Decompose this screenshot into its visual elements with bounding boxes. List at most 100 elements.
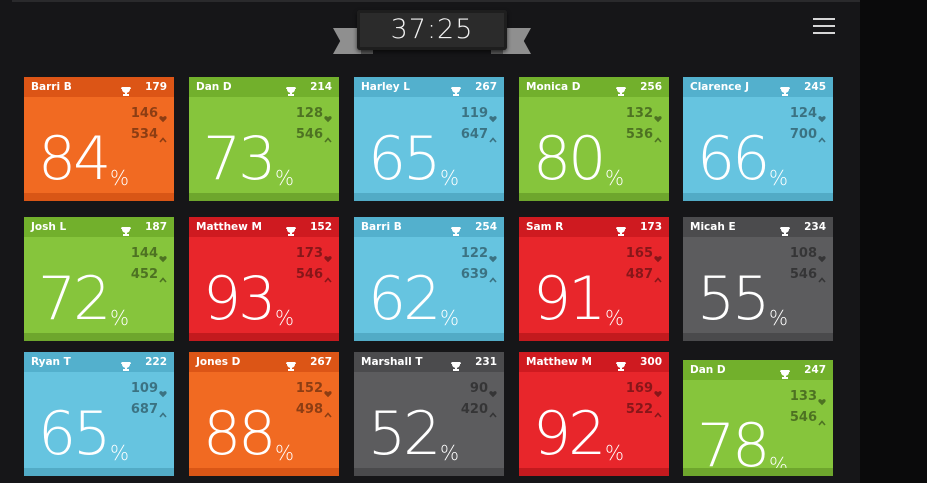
- player-card[interactable]: Barri B 254 122 639 62%: [354, 217, 504, 341]
- percent-value: 92: [533, 399, 606, 469]
- heart-count: 128: [295, 106, 323, 121]
- player-score: 267: [475, 81, 497, 93]
- percent-sign: %: [110, 306, 130, 330]
- player-score: 222: [145, 356, 167, 368]
- up-count: 546: [789, 267, 817, 282]
- heart-icon: [654, 383, 662, 398]
- player-card[interactable]: Dan D 247 133 546 78%: [683, 360, 833, 476]
- up-count: 420: [460, 402, 488, 417]
- trophy-icon: [780, 222, 790, 236]
- player-card[interactable]: Clarence J 245 124 700 66%: [683, 77, 833, 201]
- player-card[interactable]: Barri B 179 146 534 84%: [24, 77, 174, 201]
- player-score: 247: [804, 364, 826, 376]
- heart-icon: [818, 108, 826, 123]
- card-footer: [519, 193, 669, 201]
- player-name: Matthew M: [526, 356, 592, 368]
- heart-count: 109: [130, 381, 158, 396]
- heart-count: 122: [460, 246, 488, 261]
- player-card[interactable]: Monica D 256 132 536 80%: [519, 77, 669, 201]
- player-card[interactable]: Josh L 187 144 452 72%: [24, 217, 174, 341]
- heart-icon: [818, 248, 826, 263]
- percent-value: 62: [368, 264, 441, 334]
- percent-value: 73: [203, 124, 276, 194]
- player-card[interactable]: Micah E 234 108 546 55%: [683, 217, 833, 341]
- percent-sign: %: [605, 166, 625, 190]
- heart-icon: [159, 108, 167, 123]
- up-count: 700: [789, 127, 817, 142]
- percent-sign: %: [605, 441, 625, 465]
- player-name: Dan D: [196, 81, 232, 93]
- trophy-icon: [616, 357, 626, 371]
- up-count: 536: [625, 127, 653, 142]
- chevron-up-icon: [159, 269, 167, 283]
- percent-value: 80: [533, 124, 606, 194]
- trophy-icon: [616, 82, 626, 96]
- trophy-icon: [616, 222, 626, 236]
- heart-count: 119: [460, 106, 488, 121]
- trophy-icon: [451, 82, 461, 96]
- heart-count: 152: [295, 381, 323, 396]
- chevron-up-icon: [324, 404, 332, 418]
- trophy-icon: [780, 82, 790, 96]
- card-footer: [354, 468, 504, 476]
- trophy-icon: [286, 357, 296, 371]
- up-count: 639: [460, 267, 488, 282]
- percent-sign: %: [275, 166, 295, 190]
- heart-count: 124: [789, 106, 817, 121]
- percent-sign: %: [440, 166, 460, 190]
- percent-value: 78: [697, 411, 770, 476]
- heart-count: 132: [625, 106, 653, 121]
- player-name: Sam R: [526, 221, 564, 233]
- player-card[interactable]: Dan D 214 128 546 73%: [189, 77, 339, 201]
- player-card[interactable]: Sam R 173 165 487 91%: [519, 217, 669, 341]
- player-name: Josh L: [31, 221, 67, 233]
- up-count: 647: [460, 127, 488, 142]
- chevron-up-icon: [654, 129, 662, 143]
- player-name: Matthew M: [196, 221, 262, 233]
- percent-value: 65: [368, 124, 441, 194]
- top-divider: [12, 0, 860, 2]
- player-card[interactable]: Matthew M 300 169 522 92%: [519, 352, 669, 476]
- window-edge: [860, 0, 927, 483]
- player-card[interactable]: Harley L 267 119 647 65%: [354, 77, 504, 201]
- heart-count: 173: [295, 246, 323, 261]
- timer-text: 37:25: [390, 14, 474, 45]
- chevron-up-icon: [818, 129, 826, 143]
- heart-icon: [324, 108, 332, 123]
- player-score: 179: [145, 81, 167, 93]
- chevron-up-icon: [324, 269, 332, 283]
- heart-count: 133: [789, 389, 817, 404]
- hamburger-menu-icon[interactable]: [812, 14, 838, 38]
- heart-icon: [654, 108, 662, 123]
- heart-icon: [489, 248, 497, 263]
- card-footer: [683, 333, 833, 341]
- heart-count: 144: [130, 246, 158, 261]
- percent-sign: %: [769, 306, 789, 330]
- player-name: Barri B: [31, 81, 72, 93]
- player-name: Micah E: [690, 221, 736, 233]
- player-card[interactable]: Jones D 267 152 498 88%: [189, 352, 339, 476]
- chevron-up-icon: [818, 412, 826, 426]
- chevron-up-icon: [489, 129, 497, 143]
- heart-icon: [654, 248, 662, 263]
- player-card[interactable]: Matthew M 152 173 546 93%: [189, 217, 339, 341]
- card-footer: [189, 193, 339, 201]
- heart-count: 165: [625, 246, 653, 261]
- heart-icon: [324, 248, 332, 263]
- percent-sign: %: [110, 166, 130, 190]
- heart-icon: [489, 383, 497, 398]
- heart-icon: [489, 108, 497, 123]
- timer-banner: 37:25: [333, 8, 531, 58]
- card-footer: [683, 193, 833, 201]
- player-name: Dan D: [690, 364, 726, 376]
- player-card[interactable]: Marshall T 231 90 420 52%: [354, 352, 504, 476]
- player-card[interactable]: Ryan T 222 109 687 65%: [24, 352, 174, 476]
- percent-value: 66: [697, 124, 770, 194]
- percent-sign: %: [275, 306, 295, 330]
- trophy-icon: [286, 82, 296, 96]
- percent-sign: %: [440, 306, 460, 330]
- player-score: 234: [804, 221, 826, 233]
- card-footer: [189, 468, 339, 476]
- card-footer: [24, 333, 174, 341]
- player-score: 173: [640, 221, 662, 233]
